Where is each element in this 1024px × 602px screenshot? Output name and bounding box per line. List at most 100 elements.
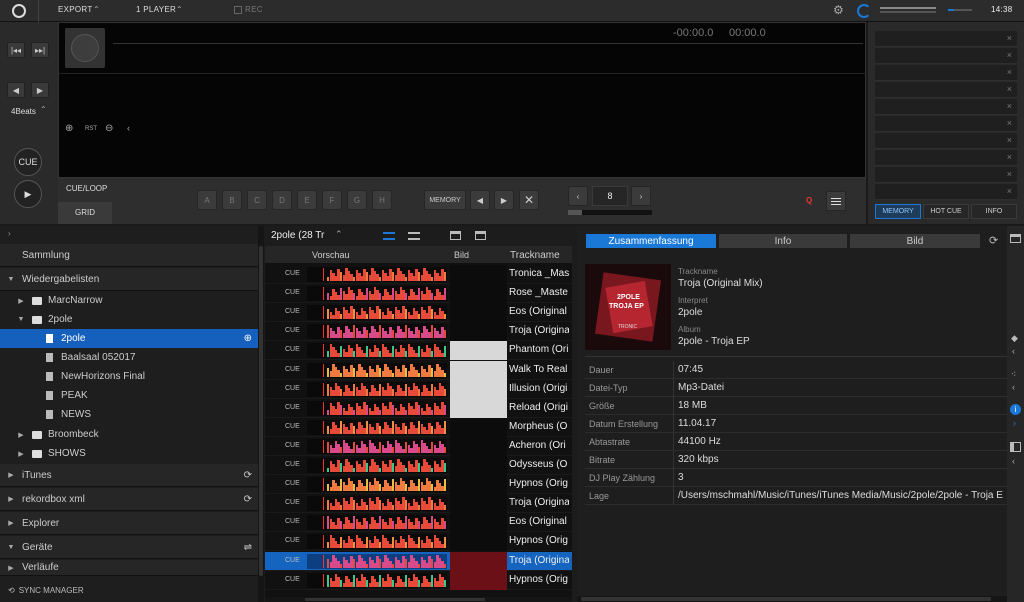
memory-cue-slot[interactable]: ×: [875, 184, 1017, 200]
delete-cue-icon[interactable]: ×: [1007, 186, 1012, 196]
hot-cue-pad-d[interactable]: D: [272, 190, 292, 210]
waveform-preview[interactable]: [307, 381, 447, 397]
tree-item-baalsaal[interactable]: Baalsaal 052017: [0, 348, 258, 367]
delete-cue-icon[interactable]: ×: [1007, 169, 1012, 179]
collapse-chevron-icon[interactable]: ▼: [6, 276, 16, 283]
collapse-chevron-icon[interactable]: ▼: [6, 544, 16, 551]
waveform-preview[interactable]: [307, 362, 447, 378]
waveform-preview[interactable]: [307, 438, 447, 454]
expand-chevron-icon[interactable]: ›: [1013, 418, 1016, 428]
hot-cue-pad-c[interactable]: C: [247, 190, 267, 210]
beatjump-back-button[interactable]: ◀: [7, 82, 25, 98]
column-header-preview[interactable]: Vorschau: [312, 250, 350, 260]
delete-cue-icon[interactable]: ×: [1007, 33, 1012, 43]
memory-button[interactable]: MEMORY: [424, 190, 466, 210]
tag-icon[interactable]: ◆: [1011, 333, 1018, 344]
memory-cue-slot[interactable]: ×: [875, 150, 1017, 166]
tree-playlists[interactable]: ▼ Wiedergabelisten: [0, 268, 258, 291]
zoom-reset-button[interactable]: RST: [85, 126, 97, 132]
column-browser-icon[interactable]: [1010, 234, 1021, 243]
memory-prev-button[interactable]: ◀: [470, 190, 490, 210]
zoom-in-icon[interactable]: ⊕: [65, 123, 73, 134]
collapse-chevron-icon[interactable]: ▼: [16, 316, 26, 323]
tree-item-news[interactable]: NEWS: [0, 405, 258, 424]
memory-cue-slot[interactable]: ×: [875, 116, 1017, 132]
tab-info[interactable]: INFO: [971, 204, 1017, 219]
hot-cue-pad-h[interactable]: H: [372, 190, 392, 210]
waveform-preview[interactable]: [307, 515, 447, 531]
hot-cue-pad-e[interactable]: E: [297, 190, 317, 210]
cue-button[interactable]: CUE: [14, 148, 42, 176]
collapse-chevron-icon[interactable]: ‹: [1012, 346, 1015, 356]
table-row[interactable]: CUE Morpheus (O: [265, 417, 572, 437]
table-row[interactable]: CUE Odysseus (O: [265, 456, 572, 475]
tree-item-shows[interactable]: ▶ SHOWS: [0, 444, 258, 463]
loop-double-button[interactable]: ›: [631, 186, 651, 206]
memory-delete-button[interactable]: ✕: [519, 190, 539, 210]
tree-item-newhorizons[interactable]: NewHorizons Final: [0, 367, 258, 386]
tab-info-detail[interactable]: Info: [719, 234, 847, 248]
info-hscrollbar[interactable]: [577, 596, 1007, 602]
info-icon[interactable]: i: [1010, 404, 1021, 415]
zoom-out-icon[interactable]: ⊖: [105, 123, 113, 134]
tree-devices[interactable]: ▼ Geräte ⇌: [0, 536, 258, 559]
refresh-icon[interactable]: ⟳: [244, 470, 252, 481]
table-row[interactable]: CUE Reload (Origi: [265, 398, 572, 418]
waveform-area[interactable]: -00:00.0 00:00.0 ⊕ RST ⊖ ‹: [58, 22, 867, 178]
delete-cue-icon[interactable]: ×: [1007, 84, 1012, 94]
tree-item-2pole-folder[interactable]: ▼ 2pole: [0, 310, 258, 329]
tree-item-2pole-playlist[interactable]: 2pole ⊕: [0, 329, 258, 348]
delete-cue-icon[interactable]: ×: [1007, 118, 1012, 128]
memory-cue-slot[interactable]: ×: [875, 48, 1017, 64]
tab-memory[interactable]: MEMORY: [875, 204, 921, 219]
expand-chevron-icon[interactable]: ▶: [6, 519, 16, 527]
beatjump-size-chevron-icon[interactable]: ⌃: [40, 105, 47, 114]
waveform-preview[interactable]: [307, 496, 447, 512]
collapse-chevron-icon[interactable]: ‹: [1012, 456, 1015, 466]
tree-explorer[interactable]: ▶ Explorer: [0, 512, 258, 535]
beatjump-forward-button[interactable]: ▶: [31, 82, 49, 98]
rekordbox-logo-icon[interactable]: [12, 4, 26, 18]
waveform-preview[interactable]: [307, 343, 447, 359]
next-track-button[interactable]: ▸▸|: [31, 42, 49, 58]
table-row[interactable]: CUE Troja (Origina: [265, 551, 572, 571]
memory-cue-slot[interactable]: ×: [875, 167, 1017, 183]
settings-gear-icon[interactable]: ⚙: [833, 3, 844, 17]
delete-cue-icon[interactable]: ×: [1007, 50, 1012, 60]
quantize-button[interactable]: Q: [806, 196, 812, 205]
table-row[interactable]: CUE Rose _Maste: [265, 284, 572, 304]
tree-scrollbar[interactable]: [258, 226, 264, 602]
delete-cue-icon[interactable]: ×: [1007, 67, 1012, 77]
tree-itunes[interactable]: ▶ iTunes ⟳: [0, 464, 258, 487]
overview-waveform-line[interactable]: [113, 43, 863, 44]
expand-chevron-icon[interactable]: ▶: [6, 495, 16, 503]
waveform-preview[interactable]: [307, 267, 447, 282]
rec-checkbox[interactable]: [234, 6, 242, 14]
table-row[interactable]: CUE Hypnos (Orig: [265, 570, 572, 590]
memory-cue-slot[interactable]: ×: [875, 133, 1017, 149]
play-button[interactable]: ▶: [14, 180, 42, 208]
table-row[interactable]: CUE Illusion (Origi: [265, 379, 572, 399]
hot-cue-pad-f[interactable]: F: [322, 190, 342, 210]
related-tracks-icon[interactable]: ⁖: [1011, 369, 1016, 380]
menu-hamburger-icon[interactable]: [826, 191, 846, 211]
tree-item-peak[interactable]: PEAK: [0, 386, 258, 405]
waveform-preview[interactable]: [307, 534, 447, 550]
memory-cue-slot[interactable]: ×: [875, 65, 1017, 81]
column-header-art[interactable]: Bild: [454, 250, 469, 260]
loop-halve-button[interactable]: ‹: [568, 186, 588, 206]
table-row[interactable]: CUE Hypnos (Orig: [265, 475, 572, 495]
table-row[interactable]: CUE Eos (Original: [265, 303, 572, 323]
table-row[interactable]: CUE Walk To Real: [265, 360, 572, 380]
waveform-preview[interactable]: [307, 305, 447, 321]
expand-chevron-icon[interactable]: ▶: [16, 297, 26, 305]
delete-cue-icon[interactable]: ×: [1007, 152, 1012, 162]
player-select[interactable]: 1 PLAYER: [136, 5, 176, 14]
sync-manager-button[interactable]: ⟲ SYNC MANAGER: [0, 578, 258, 602]
collapse-chevron-icon[interactable]: ‹: [1012, 382, 1015, 392]
split-view-icon[interactable]: [1010, 442, 1021, 452]
expand-chevron-icon[interactable]: ▶: [6, 471, 16, 479]
hot-cue-pad-g[interactable]: G: [347, 190, 367, 210]
expand-icon[interactable]: ›: [8, 229, 11, 238]
table-row[interactable]: CUE Tronica _Mas: [265, 265, 572, 284]
